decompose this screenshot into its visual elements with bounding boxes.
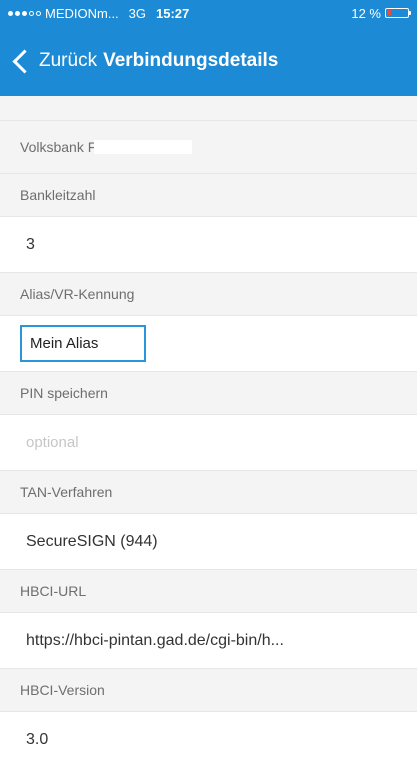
navigation-bar: Zurück Verbindungsdetails	[0, 26, 417, 96]
status-bar: MEDIONm... 3G 15:27 12 %	[0, 0, 417, 26]
hbci-url-field[interactable]: https://hbci-pintan.gad.de/cgi-bin/h...	[0, 612, 417, 668]
pin-placeholder: optional	[26, 434, 79, 451]
tan-selector[interactable]: SecureSIGN (944)	[0, 513, 417, 569]
hbci-version-value: 3.0	[26, 730, 49, 748]
carrier-name: MEDIONm...	[45, 5, 119, 21]
chevron-left-icon	[12, 48, 37, 74]
hbci-version-label: HBCI-Version	[0, 668, 417, 711]
top-bar: MEDIONm... 3G 15:27 12 % Zurück Verbindu…	[0, 0, 417, 96]
battery-percent: 12 %	[351, 5, 381, 21]
hbci-version-field[interactable]: 3.0	[0, 711, 417, 767]
page-title: Verbindungsdetails	[103, 50, 279, 71]
top-spacer	[0, 96, 417, 120]
bank-name-text: Volksbank F	[20, 139, 97, 155]
battery-icon	[385, 8, 411, 18]
bank-name: Volksbank F	[0, 120, 417, 173]
alias-row	[0, 315, 417, 371]
bankleitzahl-label: Bankleitzahl	[0, 173, 417, 216]
hbci-url-value: https://hbci-pintan.gad.de/cgi-bin/h...	[26, 631, 284, 649]
network-type: 3G	[128, 5, 147, 21]
clock: 15:27	[156, 5, 190, 21]
bankleitzahl-value: 3	[0, 216, 417, 272]
pin-input[interactable]: optional	[0, 414, 417, 470]
alias-input[interactable]	[20, 325, 146, 362]
back-button[interactable]: Zurück	[8, 48, 98, 74]
pin-label: PIN speichern	[0, 371, 417, 414]
back-label: Zurück	[39, 50, 98, 71]
redaction-mask	[34, 237, 95, 252]
hbci-url-label: HBCI-URL	[0, 569, 417, 612]
redaction-mask	[94, 140, 193, 154]
alias-label: Alias/VR-Kennung	[0, 272, 417, 315]
signal-strength-icon	[8, 10, 41, 16]
tan-label: TAN-Verfahren	[0, 470, 417, 513]
tan-value: SecureSIGN (944)	[26, 532, 158, 550]
